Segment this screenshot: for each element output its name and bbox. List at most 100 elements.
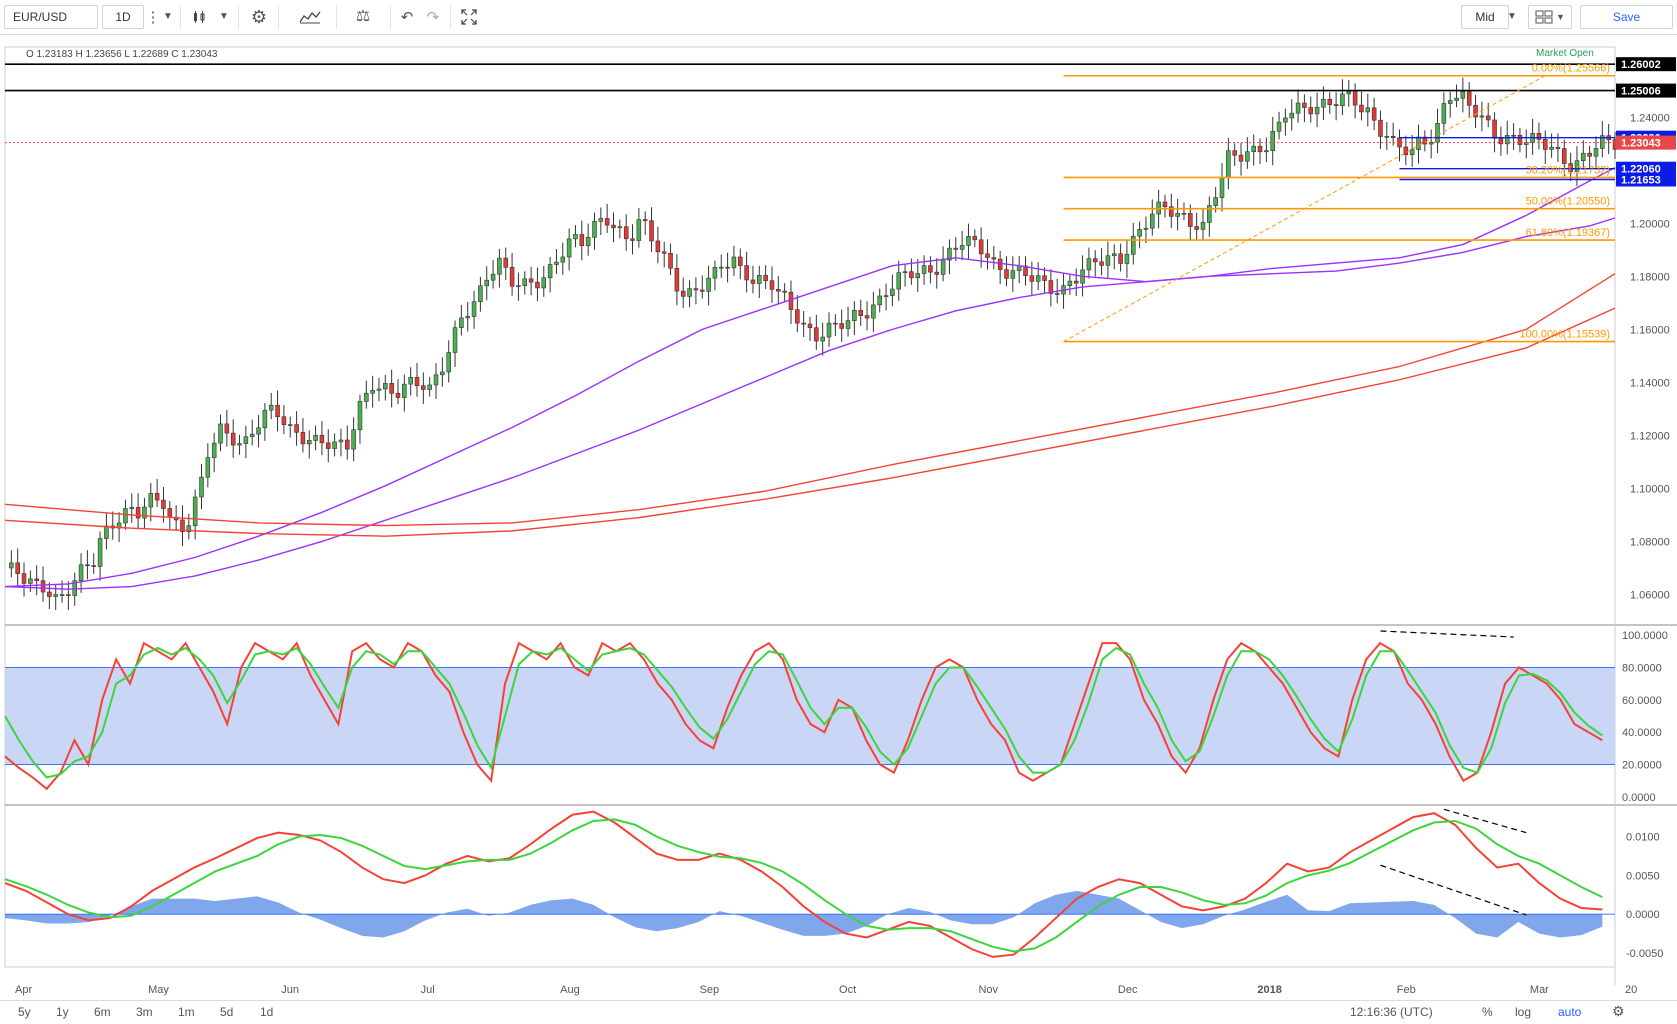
price-label-text: 1.23043 — [1621, 138, 1661, 150]
log-toggle[interactable]: log — [1515, 1005, 1531, 1019]
price-type-select[interactable]: Mid — [1461, 5, 1509, 29]
candle-up — [497, 257, 502, 275]
bottom-bar: 5y 1y 6m 3m 1m 5d 1d 12:16:36 (UTC) % lo… — [0, 1000, 1677, 1024]
price-type-chevron-icon[interactable]: ▼ — [1504, 5, 1520, 29]
candle-down — [91, 565, 97, 567]
layout-icon[interactable]: ▼ — [1528, 5, 1572, 29]
candle-down — [1352, 91, 1358, 106]
stochastic-tick-label: 40.0000 — [1622, 727, 1662, 739]
ohlc-legend: O 1.23183 H 1.23656 L 1.22689 C 1.23043 — [26, 49, 218, 60]
chevron-down-icon[interactable]: ▼ — [160, 5, 176, 29]
save-label: Save — [1612, 10, 1641, 24]
candle-down — [1118, 253, 1123, 264]
candle-down — [795, 309, 800, 324]
range-1d[interactable]: 1d — [260, 1005, 273, 1019]
candle-up — [959, 245, 965, 250]
stochastic-tick-label: 60.0000 — [1622, 695, 1662, 707]
auto-toggle[interactable]: auto — [1558, 1005, 1581, 1019]
candle-up — [1593, 148, 1599, 157]
redo-icon[interactable]: ↷ — [422, 5, 444, 29]
candle-down — [649, 220, 654, 242]
candle-up — [845, 320, 851, 329]
chart-area[interactable]: 0.00%(1.25566) 38.20%(1.21732) 50.00%(1.20… — [0, 35, 1677, 1000]
fib-level-label: 100.00%(1.15539) — [1519, 329, 1610, 341]
candle-up — [357, 401, 363, 431]
candle-up — [383, 382, 388, 390]
candle-up — [1131, 235, 1136, 255]
candle-up — [547, 264, 553, 279]
range-1m[interactable]: 1m — [178, 1005, 195, 1019]
candle-up — [338, 439, 344, 443]
indicators-icon[interactable] — [292, 5, 328, 29]
candle-down — [978, 239, 984, 255]
range-6m[interactable]: 6m — [94, 1005, 111, 1019]
candle-up — [402, 383, 407, 398]
macd-tick-label: 0.0000 — [1626, 909, 1660, 921]
candle-down — [1327, 98, 1333, 105]
price-tick-label: 1.24000 — [1630, 112, 1670, 124]
candle-up — [218, 423, 223, 444]
candle-up — [1016, 265, 1022, 271]
candle-down — [1333, 104, 1339, 107]
stochastic-tick-label: 100.0000 — [1622, 630, 1668, 642]
candle-down — [763, 275, 768, 281]
symbol-search[interactable]: EUR/USD — [4, 5, 98, 29]
compare-icon[interactable]: ⚖ — [350, 5, 376, 29]
candle-up — [1276, 121, 1282, 132]
range-5y[interactable]: 5y — [18, 1005, 31, 1019]
interval-button[interactable]: 1D — [102, 5, 144, 29]
candles-icon[interactable] — [186, 5, 212, 29]
fullscreen-icon[interactable] — [456, 5, 482, 29]
candle-up — [1111, 253, 1117, 257]
chart-type-dropdown-icon[interactable]: ▼ — [216, 5, 232, 29]
candle-down — [1004, 269, 1009, 279]
candle-up — [1150, 213, 1155, 229]
candle-down — [738, 256, 743, 266]
candle-up — [452, 327, 458, 353]
candle-down — [1485, 115, 1491, 121]
candle-up — [1137, 229, 1142, 237]
range-3m[interactable]: 3m — [136, 1005, 153, 1019]
candle-down — [1092, 258, 1098, 263]
candle-up — [902, 271, 908, 274]
candle-up — [1226, 150, 1231, 178]
candle-down — [535, 281, 540, 289]
candle-down — [230, 432, 236, 446]
chart-svg[interactable]: 0.00%(1.25566) 38.20%(1.21732) 50.00%(1.20… — [0, 35, 1677, 1000]
time-axis-label: Feb — [1397, 984, 1416, 996]
gear-icon[interactable]: ⚙ — [246, 5, 272, 29]
candle-up — [877, 295, 882, 306]
fib-level-label: 61.80%(1.19367) — [1526, 227, 1610, 239]
candle-up — [123, 508, 128, 524]
candle-up — [573, 234, 578, 240]
settings-gear-icon[interactable]: ⚙ — [1612, 1003, 1625, 1020]
candle-up — [1270, 130, 1275, 152]
candle-up — [484, 279, 489, 287]
time-axis-label: Aug — [560, 984, 580, 996]
price-tick-label: 1.18000 — [1630, 271, 1670, 283]
candle-up — [376, 388, 382, 391]
range-5d[interactable]: 5d — [220, 1005, 233, 1019]
candle-up — [478, 285, 483, 302]
candle-up — [370, 390, 375, 394]
candle-down — [294, 424, 299, 433]
percent-toggle[interactable]: % — [1482, 1005, 1493, 1019]
candle-up — [262, 409, 268, 429]
candle-down — [47, 591, 52, 597]
more-icon[interactable]: ⋮ — [146, 5, 161, 29]
candle-down — [319, 434, 325, 444]
candle-down — [414, 376, 420, 386]
save-button[interactable]: Save — [1580, 5, 1673, 29]
candle-up — [211, 442, 217, 458]
range-1y[interactable]: 1y — [56, 1005, 69, 1019]
candle-down — [611, 224, 616, 229]
candle-down — [699, 289, 705, 292]
undo-icon[interactable]: ↶ — [396, 5, 418, 29]
candle-down — [40, 580, 46, 593]
candle-down — [528, 278, 534, 283]
candle-up — [522, 278, 528, 286]
candle-down — [769, 280, 775, 290]
time-axis-label: Apr — [15, 984, 32, 996]
candle-up — [1454, 97, 1459, 101]
time-axis-label: Oct — [839, 984, 856, 996]
